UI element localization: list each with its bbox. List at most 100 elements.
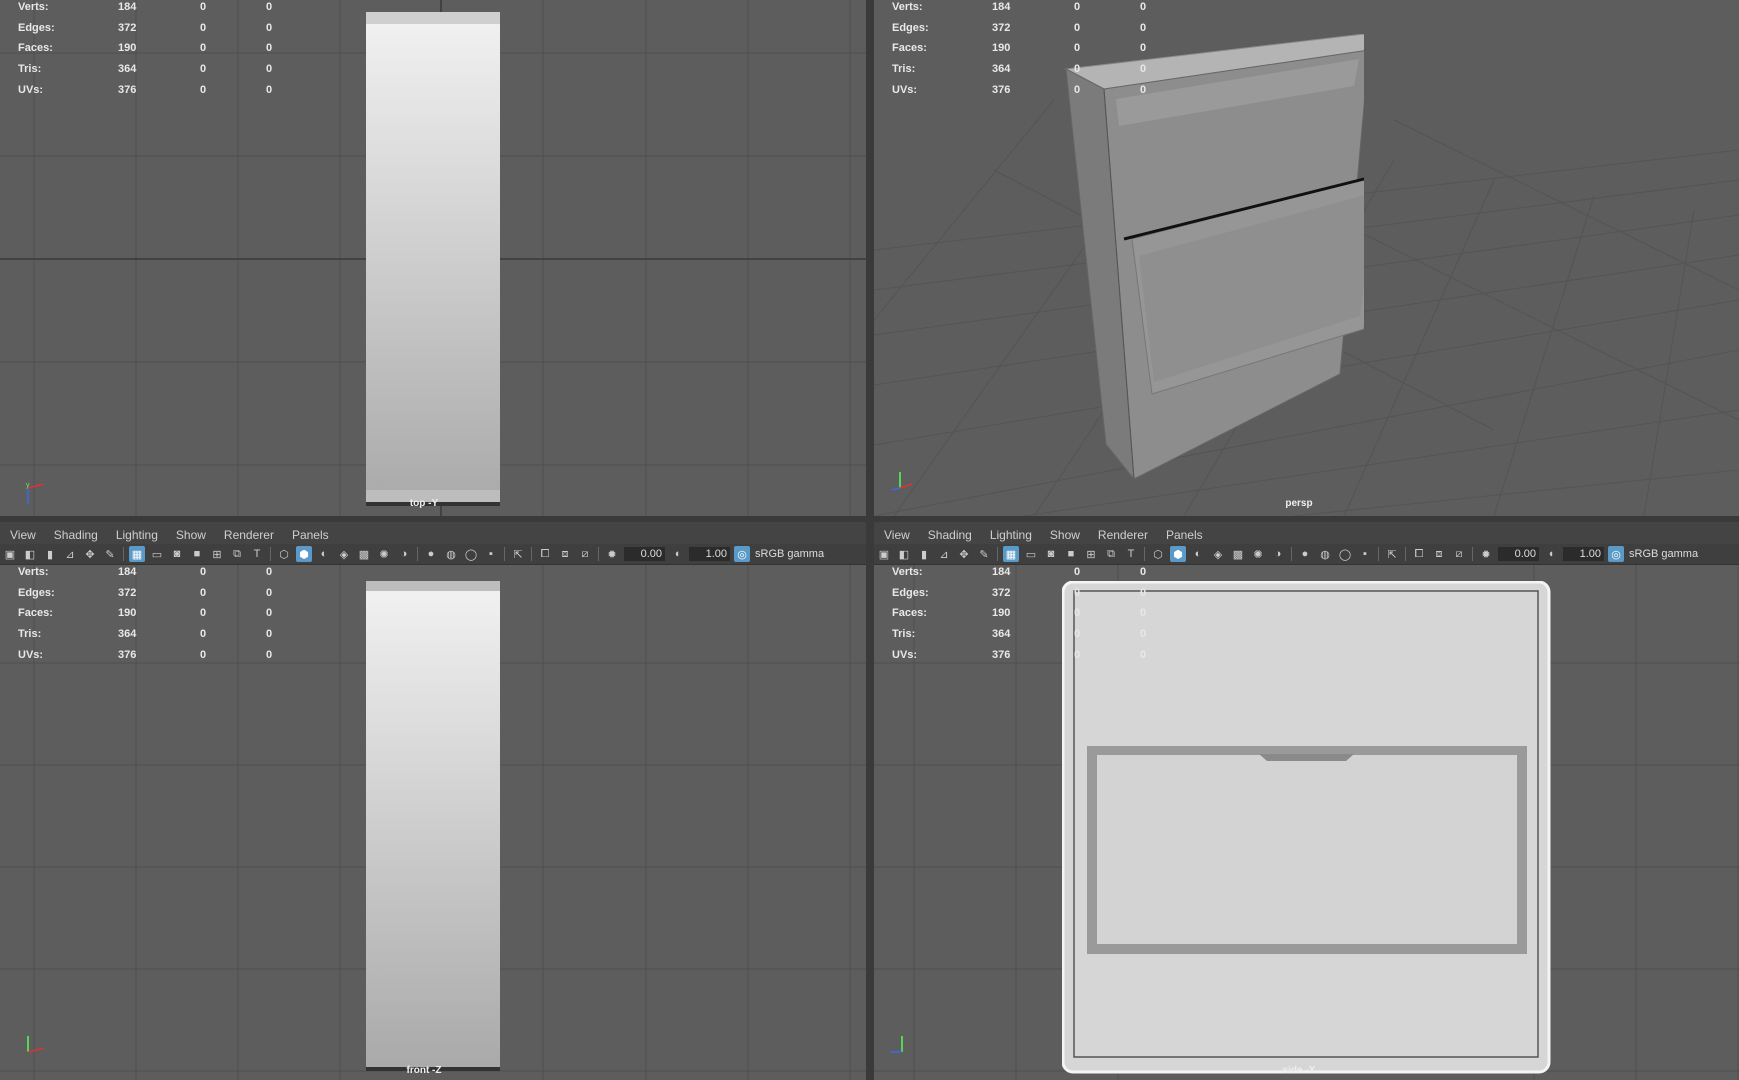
menu-show[interactable]: Show [1050,528,1080,542]
model-top-view[interactable] [366,12,501,506]
film-gate-icon[interactable]: ▭ [1023,546,1039,562]
depth-of-field-icon[interactable]: ▪ [483,546,499,562]
gamma-field[interactable]: 1.00 [1563,547,1604,561]
safe-action-icon[interactable]: ⧉ [229,546,245,562]
shadows-icon[interactable]: ◑ [1270,546,1286,562]
color-management-icon[interactable]: ◎ [1608,546,1624,562]
motion-blur-icon[interactable]: ◍ [1317,546,1333,562]
hud-row: UVs: 376 0 0 [892,645,1152,666]
viewport-side[interactable]: Verts: 184 0 0 Edges: 372 0 0 Faces: 190 0 0 Tris… [874,565,1739,1080]
wireframe-icon[interactable]: ⬡ [276,546,292,562]
isolate-select-icon[interactable]: ⇱ [1384,546,1400,562]
viewport-front[interactable]: Verts: 184 0 0 Edges: 372 0 0 Faces: 190 0 0 Tris… [0,565,866,1080]
toolbar-separator [504,547,505,561]
grease-pencil-icon[interactable]: ✎ [976,546,992,562]
hud-value: 0 [1074,1,1081,13]
exposure-field[interactable]: 0.00 [1498,547,1539,561]
axis-gizmo-icon [891,472,913,491]
grid-icon[interactable]: ▦ [1003,546,1019,562]
wireframe-on-shaded-icon[interactable]: ◈ [1210,546,1226,562]
resolution-gate-icon[interactable]: ◙ [169,546,185,562]
viewport-divider[interactable] [0,516,1739,522]
grease-pencil-icon[interactable]: ✎ [102,546,118,562]
gate-mask-icon[interactable]: ■ [189,546,205,562]
hud-label: UVs: [892,83,918,96]
color-space-dropdown[interactable]: sRGB gamma [1629,548,1698,560]
gamma-icon[interactable]: ◖ [1543,546,1559,562]
panel-menu-bar: View Shading Lighting Show Renderer Pane… [0,525,866,544]
menu-panels[interactable]: Panels [292,528,329,542]
hud-row: Tris: 364 0 0 [892,624,1152,645]
xray-joints-icon[interactable]: ⧈ [557,546,573,562]
exposure-field[interactable]: 0.00 [624,547,665,561]
anti-aliasing-icon[interactable]: ◯ [1337,546,1353,562]
menu-lighting[interactable]: Lighting [990,528,1032,542]
safe-action-icon[interactable]: ⧉ [1103,546,1119,562]
xray-joints-icon[interactable]: ⧈ [1431,546,1447,562]
viewport-persp[interactable]: Verts: 184 0 0 Edges: 372 0 0 Faces: 190 0 0 Tris… [874,0,1739,516]
color-space-dropdown[interactable]: sRGB gamma [755,548,824,560]
menu-view[interactable]: View [884,528,910,542]
textured-icon[interactable]: ▩ [1230,546,1246,562]
menu-show[interactable]: Show [176,528,206,542]
motion-blur-icon[interactable]: ◍ [443,546,459,562]
menu-lighting[interactable]: Lighting [116,528,158,542]
hud-value: 0 [200,63,207,76]
image-plane-icon[interactable]: ⊿ [62,546,78,562]
smooth-shade-icon[interactable]: ⬢ [1170,546,1186,562]
safe-title-icon[interactable]: T [1123,546,1139,562]
menu-renderer[interactable]: Renderer [224,528,274,542]
smooth-shade-icon[interactable]: ⬢ [296,546,312,562]
film-gate-icon[interactable]: ▭ [149,546,165,562]
ambient-occlusion-icon[interactable]: ● [1297,546,1313,562]
lights-icon[interactable]: ✺ [376,546,392,562]
bookmark-icon[interactable]: ▮ [42,546,58,562]
exposure-icon[interactable]: ✹ [604,546,620,562]
viewport-top[interactable]: Verts: 184 0 0 Edges: 372 0 0 Faces: 190 0 0 Tris… [0,0,866,516]
resolution-gate-icon[interactable]: ◙ [1043,546,1059,562]
textured-icon[interactable]: ▩ [356,546,372,562]
field-chart-icon[interactable]: ⊞ [1083,546,1099,562]
camera-attributes-icon[interactable]: ◧ [22,546,38,562]
shadows-icon[interactable]: ◑ [396,546,412,562]
safe-title-icon[interactable]: T [249,546,265,562]
camera-select-icon[interactable]: ▣ [2,546,18,562]
xray-icon[interactable]: ⧠ [1411,546,1427,562]
lights-icon[interactable]: ✺ [1250,546,1266,562]
camera-attributes-icon[interactable]: ◧ [896,546,912,562]
gamma-icon[interactable]: ◖ [669,546,685,562]
xray-components-icon[interactable]: ⧄ [577,546,593,562]
ambient-occlusion-icon[interactable]: ● [423,546,439,562]
exposure-icon[interactable]: ✹ [1478,546,1494,562]
anti-aliasing-icon[interactable]: ◯ [463,546,479,562]
2d-pan-zoom-icon[interactable]: ✥ [956,546,972,562]
bookmark-icon[interactable]: ▮ [916,546,932,562]
wireframe-on-shaded-icon[interactable]: ◈ [336,546,352,562]
menu-panels[interactable]: Panels [1166,528,1203,542]
image-plane-icon[interactable]: ⊿ [936,546,952,562]
menu-renderer[interactable]: Renderer [1098,528,1148,542]
wireframe-icon[interactable]: ⬡ [1150,546,1166,562]
hud-label: Tris: [892,628,916,641]
default-material-icon[interactable]: ◐ [316,546,332,562]
menu-view[interactable]: View [10,528,36,542]
xray-components-icon[interactable]: ⧄ [1451,546,1467,562]
default-material-icon[interactable]: ◐ [1190,546,1206,562]
depth-of-field-icon[interactable]: ▪ [1357,546,1373,562]
camera-select-icon[interactable]: ▣ [876,546,892,562]
field-chart-icon[interactable]: ⊞ [209,546,225,562]
hud-label: UVs: [18,648,44,661]
model-perspective[interactable] [1064,34,1364,484]
xray-icon[interactable]: ⧠ [537,546,553,562]
hud-value: 0 [1140,586,1147,599]
grid-icon[interactable]: ▦ [129,546,145,562]
gamma-field[interactable]: 1.00 [689,547,730,561]
menu-shading[interactable]: Shading [54,528,98,542]
color-management-icon[interactable]: ◎ [734,546,750,562]
menu-shading[interactable]: Shading [928,528,972,542]
model-front-view[interactable] [366,581,501,1071]
isolate-select-icon[interactable]: ⇱ [510,546,526,562]
viewport-divider[interactable] [866,0,874,1080]
gate-mask-icon[interactable]: ■ [1063,546,1079,562]
2d-pan-zoom-icon[interactable]: ✥ [82,546,98,562]
